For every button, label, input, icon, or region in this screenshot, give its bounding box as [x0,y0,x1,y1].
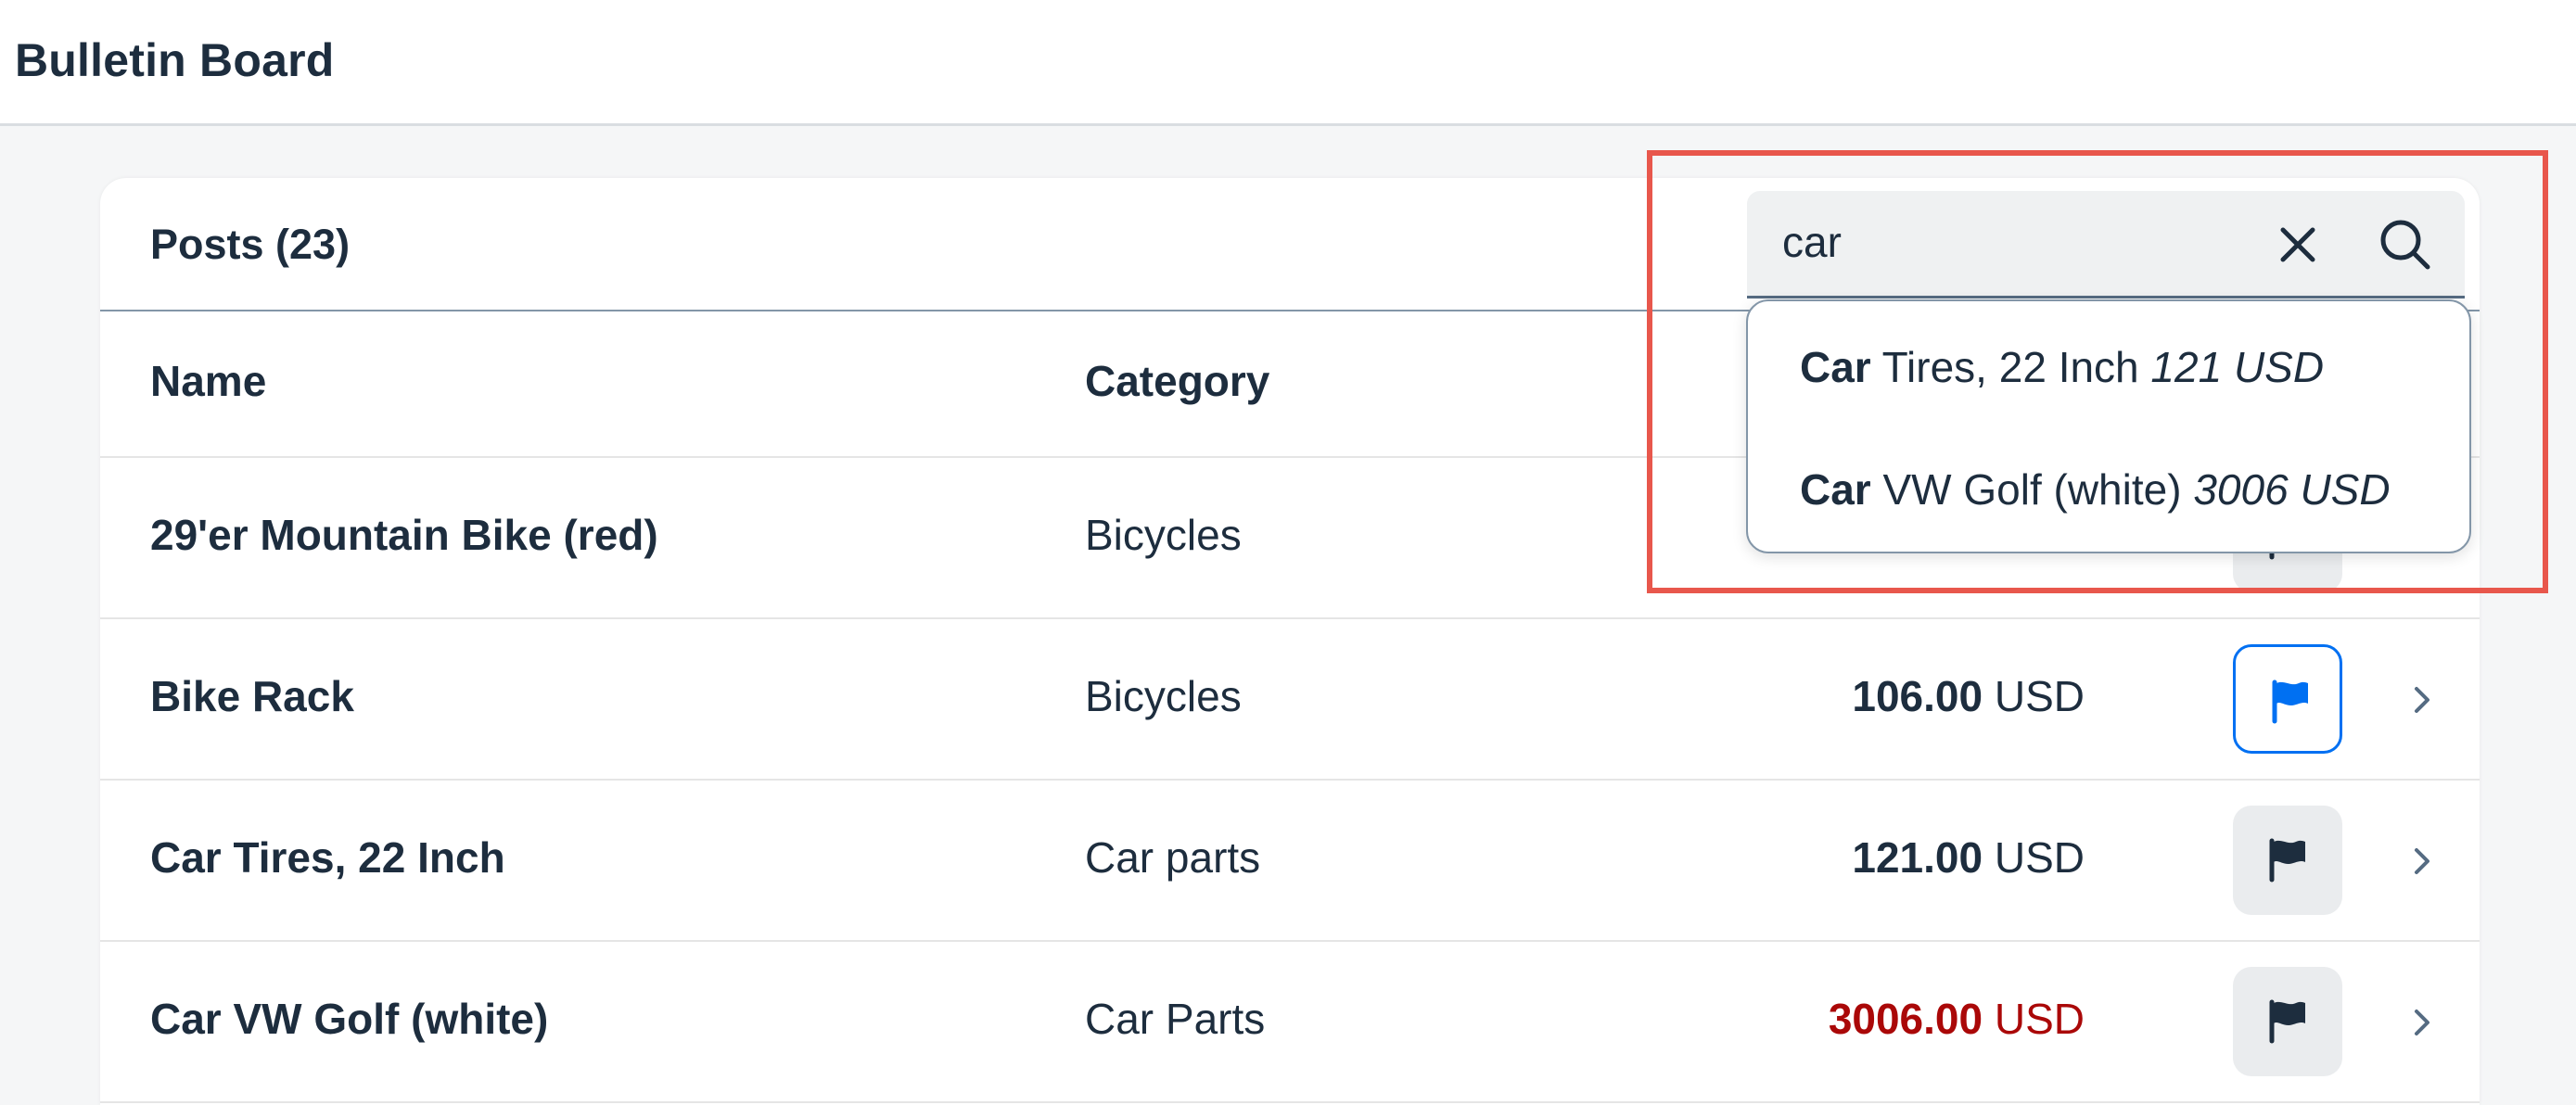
table-row[interactable]: Bike Rack Bicycles 106.00 USD [100,619,2480,781]
search-icon [2380,220,2430,270]
row-price: 106.00 USD [1852,671,2085,721]
row-name: Car Tires, 22 Inch [150,833,505,882]
flag-icon [2272,680,2308,724]
chevron-right-icon[interactable] [2405,1003,2439,1042]
row-price: 121.00 USD [1852,832,2085,883]
app-title: Bulletin Board [15,34,335,86]
column-header-name[interactable]: Name [150,356,266,406]
table-title: Posts (23) [150,221,351,268]
row-category: Car parts [1085,833,1261,882]
price-currency: USD [1994,995,2085,1043]
suggestion-text: Car Tires, 22 Inch 121 USD [1800,342,2324,392]
suggestion-match: Car [1800,343,1871,391]
table-toolbar: Posts (23) [100,178,2480,311]
suggestion-rest: VW Golf (white) [1870,465,2194,514]
clear-search-button[interactable] [2268,215,2327,274]
search-button[interactable] [2372,211,2439,278]
search-field[interactable] [1747,191,2465,298]
table-row[interactable]: Car VW Golf (white) Car Parts 3006.00 US… [100,942,2480,1103]
price-currency: USD [1994,672,2085,720]
close-icon [2280,227,2315,262]
row-category: Bicycles [1085,511,1242,559]
row-name: Car VW Golf (white) [150,995,549,1043]
chevron-right-icon[interactable] [2405,842,2439,881]
table-row[interactable]: Car Tires, 22 Inch Car parts 121.00 USD [100,781,2480,942]
column-header-category[interactable]: Category [1085,356,1269,406]
search-suggestions-popover: Car Tires, 22 Inch 121 USD Car VW Golf (… [1746,299,2471,553]
suggestion-item[interactable]: Car Tires, 22 Inch 121 USD [1748,307,2469,429]
flag-button[interactable] [2233,967,2342,1076]
price-amount: 3006.00 [1828,995,1983,1043]
flag-button[interactable] [2233,806,2342,915]
row-name: 29'er Mountain Bike (red) [150,511,658,559]
suggestion-rest: Tires, 22 Inch [1870,343,2151,391]
chevron-right-icon[interactable] [2405,680,2439,719]
suggestion-price: 3006 USD [2193,465,2391,514]
flag-icon [2269,838,2305,883]
shell-bar: Bulletin Board [0,0,2576,126]
price-amount: 106.00 [1852,672,1983,720]
row-name: Bike Rack [150,672,354,720]
flag-icon [2269,999,2305,1044]
row-price: 3006.00 USD [1829,994,2085,1044]
suggestion-item[interactable]: Car VW Golf (white) 3006 USD [1748,429,2469,552]
search-input[interactable] [1782,211,2246,273]
row-category: Bicycles [1085,672,1242,720]
suggestion-text: Car VW Golf (white) 3006 USD [1800,464,2391,514]
row-category: Car Parts [1085,995,1266,1043]
flag-button[interactable] [2233,644,2342,754]
suggestion-match: Car [1800,465,1871,514]
price-currency: USD [1994,833,2085,882]
suggestion-price: 121 USD [2150,343,2325,391]
price-amount: 121.00 [1852,833,1983,882]
